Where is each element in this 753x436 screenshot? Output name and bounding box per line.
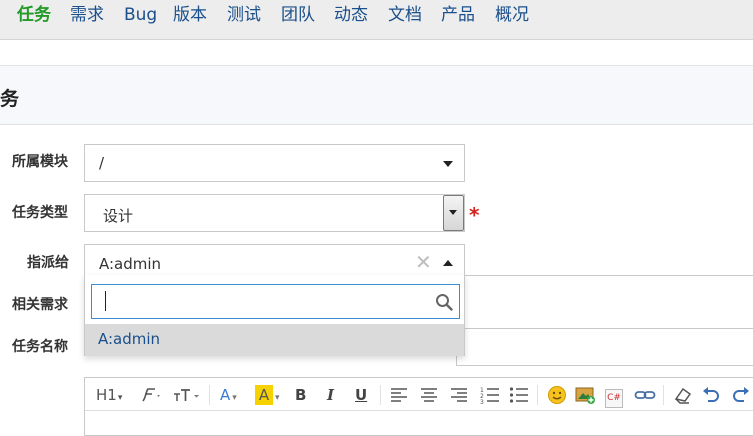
- ordered-list-icon: 1 2 3: [480, 387, 499, 405]
- assign-option[interactable]: A:admin: [85, 324, 464, 356]
- toolbar-divider: [209, 385, 210, 405]
- top-navigation: 任务 需求 Bug 版本 测试 团队 动态 文档 产品 概况: [0, 0, 753, 40]
- nav-tab-bug[interactable]: Bug: [124, 4, 157, 26]
- clear-format-button[interactable]: [673, 385, 693, 405]
- nav-tab-dynamic[interactable]: 动态: [334, 4, 368, 26]
- module-label: 所属模块: [12, 154, 68, 170]
- image-icon: [575, 387, 595, 404]
- font-size-button[interactable]: [172, 385, 202, 405]
- assign-search-box[interactable]: [91, 284, 460, 319]
- toolbar-divider: [663, 385, 664, 405]
- italic-button[interactable]: I: [327, 385, 334, 405]
- task-type-label: 任务类型: [12, 205, 68, 221]
- emoticon-button[interactable]: [547, 385, 567, 405]
- nav-tab-build[interactable]: 版本: [173, 4, 207, 26]
- bold-button[interactable]: B: [295, 385, 306, 405]
- insert-link-button[interactable]: [634, 385, 656, 405]
- undo-button[interactable]: [702, 385, 720, 405]
- toolbar-divider: [537, 385, 538, 405]
- assign-option-label: A:admin: [98, 330, 161, 348]
- smiley-icon: [548, 386, 566, 404]
- font-family-icon: [142, 388, 160, 402]
- insert-image-button[interactable]: [575, 385, 597, 405]
- chevron-up-icon[interactable]: [443, 260, 453, 266]
- svg-text:3: 3: [480, 399, 484, 405]
- text-cursor: [105, 291, 106, 311]
- assign-search-input[interactable]: [100, 289, 420, 314]
- required-marker: *: [469, 203, 480, 227]
- search-icon: [436, 294, 453, 311]
- align-center-button[interactable]: [420, 385, 438, 405]
- align-center-icon: [421, 388, 437, 402]
- clear-icon[interactable]: ✕: [415, 250, 432, 274]
- related-story-field-edge: [456, 275, 753, 276]
- unordered-list-icon: [509, 387, 528, 403]
- task-name-label: 任务名称: [12, 339, 68, 355]
- redo-button[interactable]: [732, 385, 750, 405]
- related-story-label: 相关需求: [12, 297, 68, 313]
- redo-icon: [733, 387, 749, 402]
- font-color-icon: A: [220, 386, 231, 404]
- link-icon: [634, 391, 656, 399]
- nav-tab-story[interactable]: 需求: [70, 4, 104, 26]
- undo-icon: [703, 387, 719, 402]
- heading-h1-icon: H1: [96, 386, 117, 404]
- chevron-down-icon: [443, 161, 453, 167]
- page-header: 务: [0, 66, 753, 125]
- task-type-value: 设计: [103, 207, 134, 225]
- toolbar-divider: [380, 385, 381, 405]
- nav-tab-task[interactable]: 任务: [17, 4, 51, 26]
- font-color-button[interactable]: A ▾: [220, 385, 237, 405]
- nav-tab-product[interactable]: 产品: [441, 4, 475, 26]
- align-right-icon: [451, 388, 467, 402]
- assign-to-dropdown: A:admin: [84, 275, 465, 356]
- module-select[interactable]: /: [84, 144, 465, 182]
- nav-tab-test[interactable]: 测试: [227, 4, 261, 26]
- assign-to-select[interactable]: A:admin ✕: [84, 244, 465, 275]
- nav-tab-team[interactable]: 团队: [281, 4, 315, 26]
- underline-button[interactable]: U: [355, 385, 367, 405]
- description-editor[interactable]: H1▾ A ▾ A ▾ B I U 1 2 3 C#: [84, 377, 753, 436]
- subnav-bar: [0, 40, 753, 66]
- highlight-icon: A: [255, 385, 273, 405]
- highlight-button[interactable]: A ▾: [255, 385, 280, 405]
- page-title: 务: [0, 88, 20, 110]
- align-right-button[interactable]: [450, 385, 468, 405]
- font-size-icon: [174, 389, 199, 401]
- font-family-button[interactable]: [137, 385, 163, 405]
- ordered-list-button[interactable]: 1 2 3: [480, 385, 500, 405]
- assign-to-label: 指派给: [27, 255, 69, 271]
- align-left-icon: [391, 388, 407, 402]
- insert-code-button[interactable]: C#: [605, 385, 623, 408]
- task-type-select[interactable]: 设计: [84, 194, 465, 232]
- module-select-value: /: [99, 154, 105, 172]
- code-icon: C#: [605, 389, 623, 408]
- unordered-list-button[interactable]: [509, 385, 529, 405]
- task-type-dropdown-button[interactable]: [443, 195, 464, 231]
- heading-button[interactable]: H1▾: [96, 385, 122, 405]
- task-name-input[interactable]: [456, 328, 753, 366]
- nav-tab-overview[interactable]: 概况: [495, 4, 529, 26]
- align-left-button[interactable]: [390, 385, 408, 405]
- assign-to-value: A:admin: [99, 255, 162, 273]
- chevron-down-icon: [449, 210, 457, 215]
- nav-tab-doc[interactable]: 文档: [388, 4, 422, 26]
- eraser-icon: [674, 387, 692, 404]
- editor-toolbar: H1▾ A ▾ A ▾ B I U 1 2 3 C#: [85, 378, 753, 411]
